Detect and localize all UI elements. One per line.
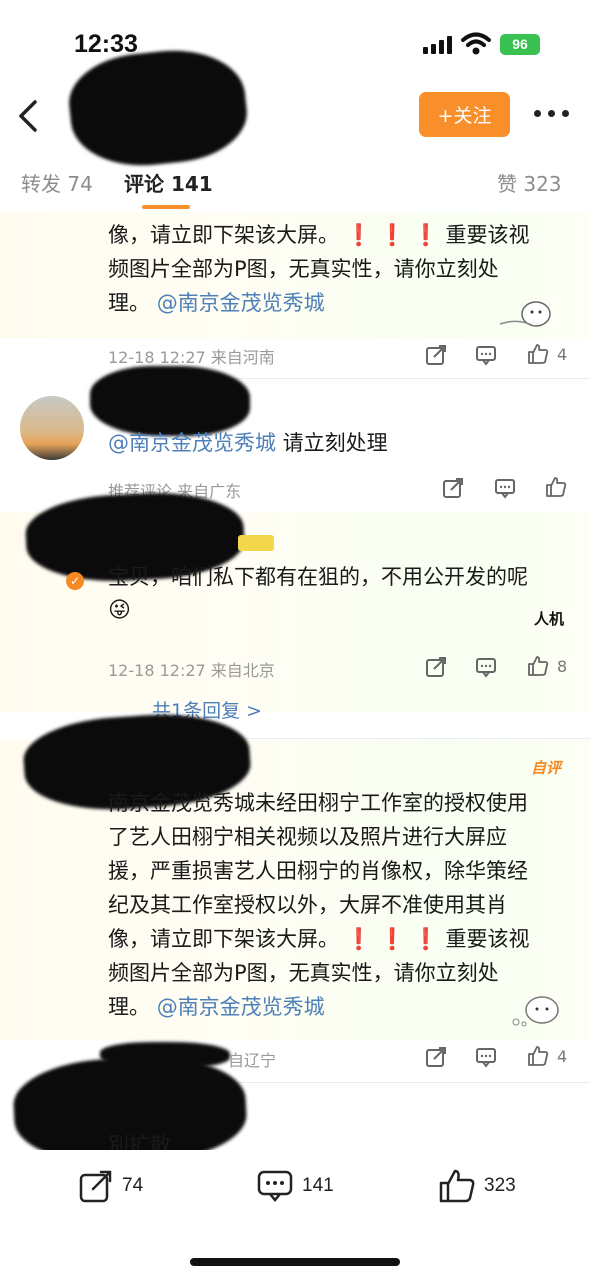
comment-icon[interactable] [475,1046,497,1068]
comment-meta: 12-18 12:27 来自河南 [108,348,275,367]
watermark-label: 人机 [534,610,565,628]
like-count: 4 [557,345,568,364]
mention-link[interactable]: @南京金茂览秀城 [157,291,325,315]
mention-link[interactable]: @南京金茂览秀城 [108,431,276,455]
repost-icon[interactable] [425,1046,447,1068]
like-icon[interactable] [527,343,549,365]
comment-icon[interactable] [475,656,497,678]
comment-icon[interactable] [494,477,516,499]
comment-text: @南京金茂览秀城 请立刻处理 [108,431,388,455]
sticker-icon [499,301,551,327]
back-icon[interactable] [16,98,40,134]
like-icon[interactable] [545,476,567,498]
comment-meta: 12-18 12:27 来自北京 [108,661,275,680]
repost-button[interactable]: 74 [78,1168,143,1204]
comment-icon [257,1170,293,1202]
avatar[interactable] [20,396,84,460]
comment-meta: 自辽宁 [228,1051,277,1070]
like-icon[interactable] [527,1045,549,1067]
self-comment-tag: 自评 [531,759,562,777]
tab-repost[interactable]: 转发 74 [21,168,93,197]
bottom-action-bar: 74 141 323 [0,1150,590,1230]
verified-icon: ✓ [66,572,84,590]
like-count: 8 [557,657,568,676]
sticker-icon [512,996,559,1027]
level-badge [238,535,274,551]
comment-button[interactable]: 141 [256,1168,334,1204]
comment-text: 南京金茂览秀城未经田栩宁工作室的授权使用 了艺人田栩宁相关视频以及照片进行大屏应… [108,791,530,1019]
comment-text: 宝贝，咱们私下都有在狙的，不用公开发的呢 😜 [108,565,528,623]
status-bar: 12:33 96 [0,0,590,80]
wifi-icon [461,32,491,55]
more-icon[interactable] [534,108,570,120]
tab-indicator [142,205,190,209]
mention-link[interactable]: @南京金茂览秀城 [157,995,325,1019]
repost-icon[interactable] [442,477,464,499]
like-icon[interactable] [527,655,549,677]
repost-icon[interactable] [425,656,447,678]
battery-icon: 96 [500,34,540,55]
repost-count: 74 [122,1175,144,1196]
signal-icon [423,36,453,54]
comment-text: 別扩散 [108,1133,171,1150]
like-icon [439,1169,475,1203]
tab-comments[interactable]: 评论 141 [124,168,213,197]
like-button[interactable]: 323 [438,1168,516,1204]
like-count: 323 [484,1175,516,1196]
tab-likes[interactable]: 赞 323 [497,168,562,197]
follow-button[interactable]: +关注 [419,92,510,137]
repost-icon[interactable] [425,344,447,366]
tab-bar: 转发 74 评论 141 赞 323 [0,158,590,213]
like-count: 4 [557,1047,568,1066]
comment-text: 像，请立即下架该大屏。 ❗ ❗ ❗ 重要该视 频图片全部为P图，无真实性，请你立… [108,223,530,315]
repost-icon [79,1170,112,1203]
comment-icon[interactable] [475,344,497,366]
home-indicator [190,1258,400,1266]
comment-count: 141 [302,1175,334,1196]
